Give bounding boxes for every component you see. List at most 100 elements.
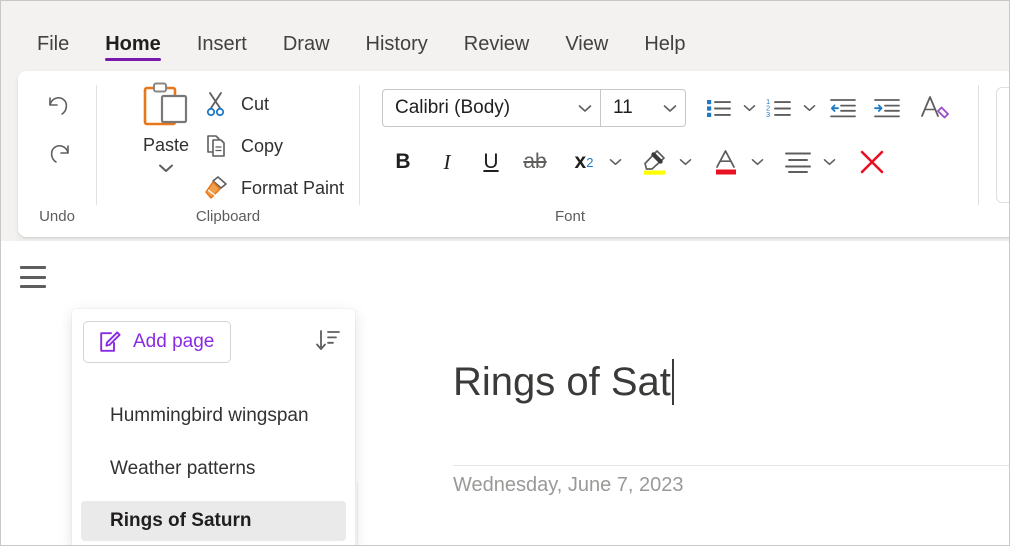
edit-page-icon (100, 331, 121, 352)
add-page-label: Add page (133, 331, 215, 352)
paste-button[interactable]: Paste (125, 81, 207, 178)
workspace: Add page Hummingbird wingspan Weather pa… (1, 241, 1009, 545)
close-red-x-icon (860, 150, 884, 174)
italic-button[interactable]: I (430, 143, 464, 181)
chevron-down-icon (751, 159, 763, 166)
numbering-button[interactable]: 1 2 3 (760, 89, 798, 127)
scissors-icon (201, 91, 231, 117)
sort-pages-button[interactable] (310, 323, 346, 359)
align-dropdown-chevron[interactable] (818, 143, 840, 181)
ribbon-tabstrip-area: File Home Insert Draw History Review Vie… (1, 1, 1009, 67)
tab-review[interactable]: Review (446, 34, 548, 67)
ribbon-group-clipboard: Paste Cut Copy Format Paint Clipboard (97, 71, 359, 237)
copy-documents-icon (201, 133, 231, 159)
font-color-icon (716, 150, 736, 175)
group-label-clipboard: Clipboard (195, 208, 261, 225)
group-label-font: Font (554, 208, 585, 225)
ribbon-card: Undo Paste Cut Copy Format Paint Clipboa… (18, 71, 1009, 237)
page-list-panel: Add page Hummingbird wingspan Weather pa… (72, 309, 355, 545)
group-label-undo: Undo (39, 208, 75, 225)
undo-button[interactable] (38, 85, 80, 127)
font-color-button[interactable] (706, 143, 746, 181)
copy-button[interactable]: Copy (201, 129, 283, 163)
document-title-text: Rings of Sat (453, 359, 671, 404)
tab-insert[interactable]: Insert (179, 34, 265, 67)
hamburger-menu-icon (20, 266, 46, 269)
hamburger-menu-button[interactable] (20, 266, 46, 288)
font-row-top: Calibri (Body) 11 1 2 3 (382, 89, 956, 127)
format-painter-button[interactable]: Format Paint (201, 171, 344, 205)
document-pane: Rings of Sat Wednesday, June 7, 2023 (453, 241, 1009, 545)
format-paint-label: Format Paint (241, 177, 345, 198)
svg-text:3: 3 (766, 110, 770, 119)
hamburger-line-2 (20, 275, 46, 279)
increase-indent-icon (874, 99, 900, 118)
chevron-down-icon (609, 159, 621, 166)
chevron-down-icon (159, 164, 173, 172)
add-page-button[interactable]: Add page (83, 321, 232, 363)
highlight-color-button[interactable] (634, 143, 674, 181)
clear-formatting-icon (921, 96, 949, 119)
hamburger-line-3 (20, 285, 46, 288)
title-divider (453, 465, 1009, 466)
subscript-dropdown-chevron[interactable] (604, 143, 626, 181)
paste-dropdown-chevron[interactable] (158, 160, 174, 178)
strikethrough-button[interactable]: ab (518, 143, 552, 181)
numbering-icon: 1 2 3 (766, 97, 791, 119)
copy-label: Copy (241, 135, 284, 156)
increase-indent-button[interactable] (868, 89, 906, 127)
cut-button[interactable]: Cut (201, 87, 269, 121)
format-painter-icon (201, 175, 231, 201)
redo-button[interactable] (38, 133, 80, 175)
ribbon-tabs: File Home Insert Draw History Review Vie… (1, 1, 1009, 67)
cut-label: Cut (241, 93, 270, 114)
font-name-combo[interactable]: Calibri (Body) (382, 89, 600, 127)
document-date: Wednesday, June 7, 2023 (453, 474, 684, 496)
undo-arrow-icon (49, 97, 68, 115)
paste-clipboard-icon (143, 82, 188, 126)
ribbon-group-undo: Undo (18, 71, 96, 237)
close-red-x-button[interactable] (852, 143, 892, 181)
decrease-indent-button[interactable] (824, 89, 862, 127)
page-list-item-hummingbird-wingspan[interactable]: Hummingbird wingspan (81, 396, 346, 436)
document-title[interactable]: Rings of Sat (453, 359, 674, 405)
page-list-divider (357, 482, 358, 545)
page-list-item-weather-patterns[interactable]: Weather patterns (81, 449, 346, 489)
tab-history[interactable]: History (348, 34, 446, 67)
tab-file[interactable]: File (19, 34, 87, 67)
onenote-window: File Home Insert Draw History Review Vie… (0, 0, 1010, 546)
text-cursor-caret (671, 359, 674, 405)
clear-formatting-button[interactable] (914, 89, 956, 127)
bullets-icon (707, 100, 731, 117)
ribbon-body: Undo Paste Cut Copy Format Paint Clipboa… (1, 67, 1009, 241)
font-row-bottom: B I U ab x2 (382, 143, 892, 181)
chevron-down-icon (663, 104, 677, 112)
align-icon (785, 152, 811, 173)
font-color-dropdown-chevron[interactable] (746, 143, 768, 181)
bold-button[interactable]: B (386, 143, 420, 181)
redo-arrow-icon (50, 145, 69, 163)
chevron-down-icon (679, 159, 691, 166)
chevron-down-icon (803, 105, 815, 112)
tab-help[interactable]: Help (626, 34, 703, 67)
bullets-button[interactable] (700, 89, 738, 127)
page-list-item-rings-of-saturn[interactable]: Rings of Saturn (81, 501, 346, 541)
tab-home[interactable]: Home (87, 34, 179, 67)
subscript-button[interactable]: x2 (564, 143, 604, 181)
tab-draw[interactable]: Draw (265, 34, 348, 67)
chevron-down-icon (578, 104, 592, 112)
chevron-down-icon (743, 105, 755, 112)
font-size-value: 11 (613, 97, 633, 118)
align-button[interactable] (778, 143, 818, 181)
underline-button[interactable]: U (474, 143, 508, 181)
numbering-dropdown-chevron[interactable] (798, 89, 820, 127)
font-name-value: Calibri (Body) (395, 97, 511, 118)
styles-gallery-panel[interactable]: H H (996, 87, 1009, 203)
highlight-dropdown-chevron[interactable] (674, 143, 696, 181)
font-size-combo[interactable]: 11 (600, 89, 686, 127)
bullets-dropdown-chevron[interactable] (738, 89, 760, 127)
tab-view[interactable]: View (547, 34, 626, 67)
decrease-indent-icon (830, 99, 856, 118)
highlight-color-icon (644, 150, 665, 175)
subscript-base: x (574, 150, 587, 173)
